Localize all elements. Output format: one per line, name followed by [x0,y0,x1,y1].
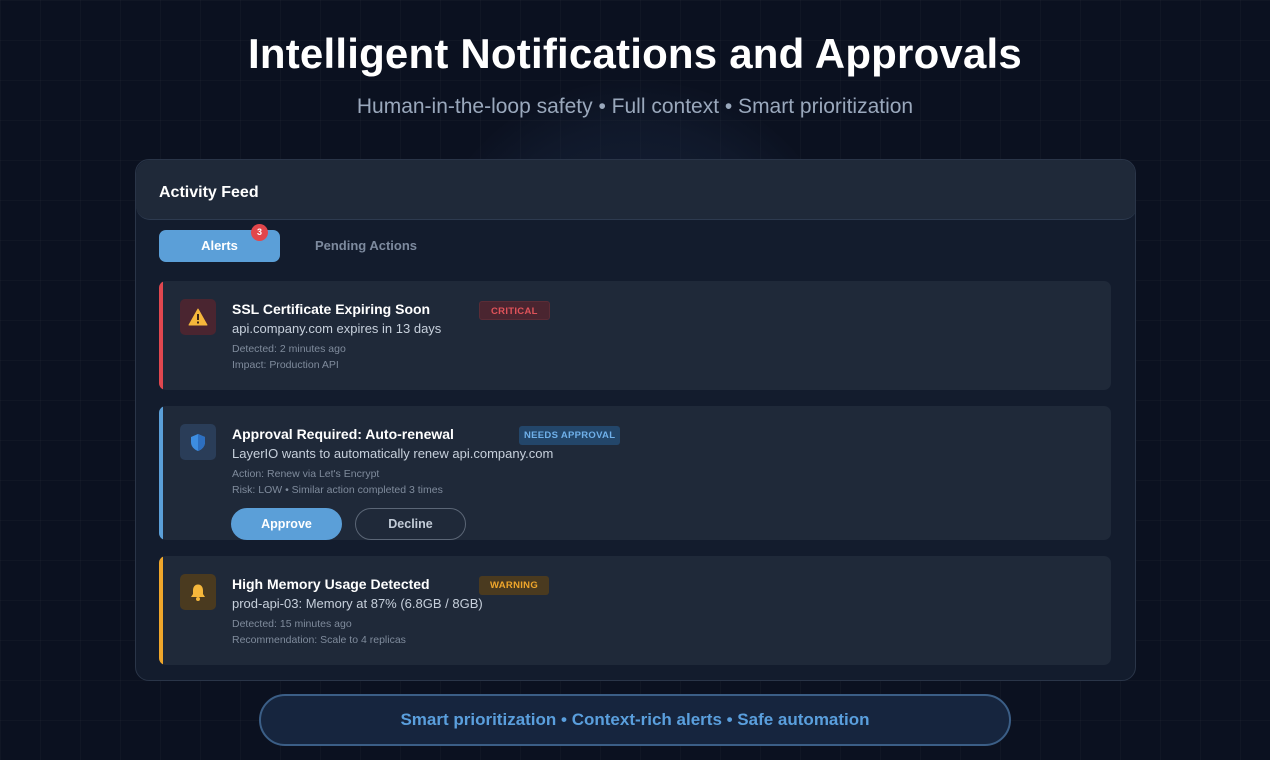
tab-pending-actions-label: Pending Actions [314,238,418,253]
tab-alerts[interactable]: Alerts 3 [159,224,280,262]
card-meta-risk: Risk: LOW • Similar action completed 3 t… [232,484,443,496]
page-subtitle: Human-in-the-loop safety • Full context … [356,95,914,118]
alert-card-approval[interactable]: Approval Required: Auto-renewal NEEDS AP… [159,406,1111,540]
panel-title: Activity Feed [159,184,259,201]
critical-badge: CRITICAL [479,301,550,320]
warning-icon [180,299,216,335]
decline-button[interactable]: Decline [355,508,466,540]
tab-alerts-label: Alerts [201,238,238,253]
card-description: prod-api-03: Memory at 87% (6.8GB / 8GB) [232,596,483,611]
warning-stripe [159,556,163,665]
bell-icon [180,574,216,610]
warning-badge: WARNING [479,576,550,595]
critical-stripe [159,281,163,390]
tab-pending-actions[interactable]: Pending Actions [296,230,436,262]
card-meta-detected: Detected: 2 minutes ago [232,343,346,355]
activity-feed-panel: Activity Feed Alerts 3 Pending Actions S… [135,159,1136,681]
footer-tagline: Smart prioritization • Context-rich aler… [259,694,1011,746]
card-meta-recommendation: Recommendation: Scale to 4 replicas [232,634,406,646]
shield-icon [180,424,216,460]
approve-button[interactable]: Approve [231,508,342,540]
card-title: SSL Certificate Expiring Soon [232,301,431,317]
alert-card-memory[interactable]: High Memory Usage Detected WARNING prod-… [159,556,1111,665]
card-description: api.company.com expires in 13 days [232,321,442,336]
approval-stripe [159,406,163,540]
needs-approval-badge: NEEDS APPROVAL [519,426,621,445]
card-title: High Memory Usage Detected [232,576,430,592]
alert-card-ssl[interactable]: SSL Certificate Expiring Soon CRITICAL a… [159,281,1111,390]
card-meta-impact: Impact: Production API [232,359,339,371]
alerts-count-badge: 3 [251,224,268,241]
page-title: Intelligent Notifications and Approvals [248,30,1022,77]
card-meta-action: Action: Renew via Let's Encrypt [232,468,380,480]
card-title: Approval Required: Auto-renewal [232,426,454,442]
panel-header: Activity Feed [136,160,1135,220]
card-meta-detected: Detected: 15 minutes ago [232,618,352,630]
card-description: LayerIO wants to automatically renew api… [232,446,554,461]
